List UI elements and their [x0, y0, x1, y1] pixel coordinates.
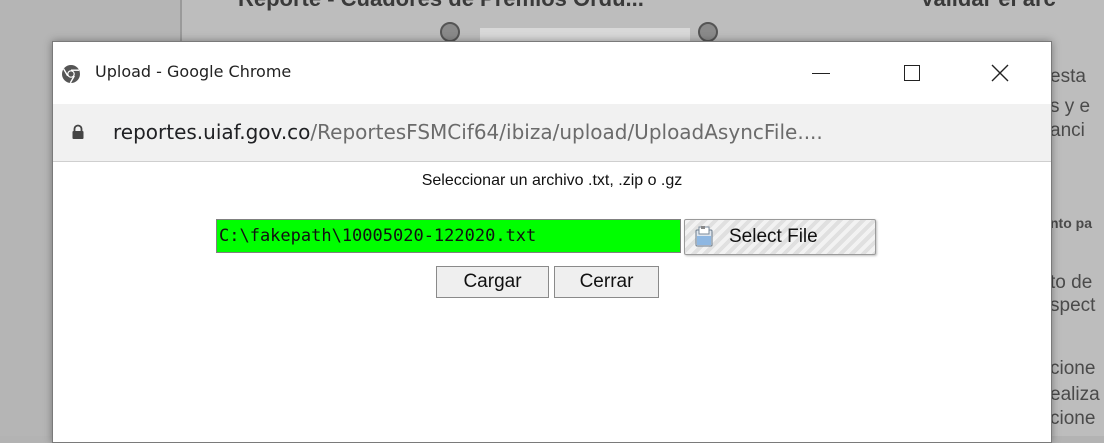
background-circle-icon: [440, 22, 460, 42]
file-path-field[interactable]: C:\fakepath\10005020-122020.txt: [216, 219, 681, 253]
upload-form: Seleccionar un archivo .txt, .zip o .gz …: [53, 162, 1051, 442]
upload-heading: Seleccionar un archivo .txt, .zip o .gz: [421, 172, 683, 189]
cargar-button[interactable]: Cargar: [436, 266, 549, 298]
maximize-icon: [904, 65, 920, 81]
url-text[interactable]: reportes.uiaf.gov.co/ReportesFSMCif64/ib…: [113, 120, 823, 144]
background-title-right: Validar el arc: [920, 0, 1056, 12]
select-file-label: Select File: [729, 226, 818, 247]
minimize-icon: [812, 72, 830, 74]
background-circle-icon: [698, 22, 718, 42]
close-icon: [991, 64, 1009, 82]
select-file-button[interactable]: Select File: [684, 219, 876, 255]
maximize-button[interactable]: [889, 50, 935, 96]
background-text: to de: [1050, 272, 1093, 293]
background-text: nto pa: [1050, 215, 1092, 231]
background-text: s y e: [1050, 96, 1091, 117]
file-folder-icon: [695, 226, 713, 247]
upload-popup-window: Upload - Google Chrome reportes.uiaf.gov…: [52, 41, 1052, 443]
close-button[interactable]: [977, 50, 1023, 96]
background-field: [480, 28, 690, 42]
background-text: esta: [1050, 66, 1086, 87]
background-title: Reporte - Cuadores de Premios Ordu...: [238, 0, 644, 12]
cerrar-button[interactable]: Cerrar: [554, 266, 659, 298]
address-bar[interactable]: reportes.uiaf.gov.co/ReportesFSMCif64/ib…: [53, 104, 1051, 162]
url-host: reportes.uiaf.gov.co: [113, 120, 311, 144]
minimize-button[interactable]: [798, 50, 844, 96]
chrome-icon: [62, 65, 80, 84]
background-text: cione: [1050, 358, 1096, 379]
window-title: Upload - Google Chrome: [95, 62, 292, 81]
url-path: /ReportesFSMCif64/ibiza/upload/UploadAsy…: [310, 120, 823, 144]
background-text: cione: [1050, 408, 1096, 429]
background-text: ealiza: [1050, 384, 1100, 405]
lock-icon: [72, 124, 84, 139]
title-bar[interactable]: Upload - Google Chrome: [53, 42, 1051, 104]
background-text: spect: [1050, 295, 1096, 316]
background-text: anci: [1050, 120, 1085, 141]
